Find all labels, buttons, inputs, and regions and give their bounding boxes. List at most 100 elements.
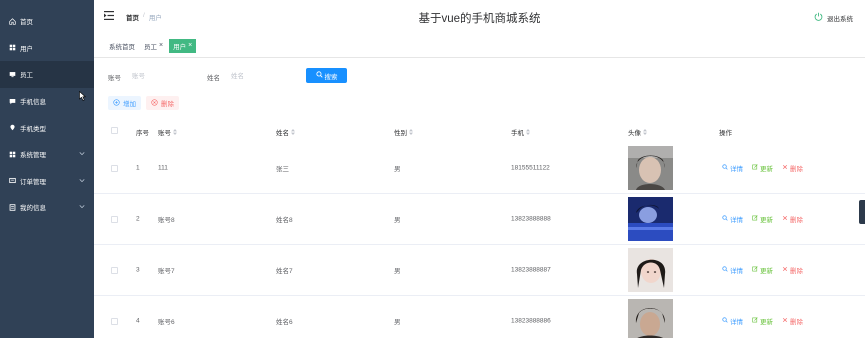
sidebar: 首页 用户 员工 手机信息 手机类型 系统管理 订单管理 我的信息 bbox=[0, 0, 94, 338]
cell-account: 账号6 bbox=[158, 319, 175, 326]
chevron-down-icon bbox=[79, 177, 85, 184]
column-header-account[interactable]: 账号 bbox=[158, 127, 177, 137]
close-icon bbox=[782, 317, 788, 325]
close-icon bbox=[782, 164, 788, 172]
delete-button[interactable]: 删除 bbox=[782, 316, 803, 326]
search-icon bbox=[315, 71, 323, 80]
search-button-label: 搜索 bbox=[324, 73, 338, 81]
tag-home[interactable]: 系统首页 bbox=[106, 39, 138, 53]
detail-button[interactable]: 详情 bbox=[722, 316, 743, 326]
power-icon bbox=[814, 12, 823, 23]
close-icon[interactable]: × bbox=[188, 42, 192, 49]
side-panel-handle[interactable] bbox=[859, 200, 865, 224]
cell-gender: 男 bbox=[394, 217, 401, 224]
delete-button[interactable]: 删除 bbox=[782, 163, 803, 173]
column-header-index: 序号 bbox=[136, 130, 149, 137]
batch-delete-button[interactable]: 删除 bbox=[146, 96, 179, 110]
delete-button[interactable]: 删除 bbox=[782, 214, 803, 224]
edit-button[interactable]: 更新 bbox=[752, 316, 773, 326]
select-all-checkbox[interactable] bbox=[111, 127, 118, 134]
row-actions: 详情 更新 删除 bbox=[722, 163, 803, 173]
sort-icon[interactable] bbox=[291, 129, 295, 137]
top-header: 首页 / 用户 基于vue的手机商城系统 退出系统 bbox=[94, 0, 865, 34]
column-header-name[interactable]: 姓名 bbox=[276, 127, 295, 137]
sort-icon[interactable] bbox=[409, 129, 413, 137]
sort-icon[interactable] bbox=[173, 129, 177, 137]
edit-icon bbox=[752, 215, 758, 223]
add-button-label: 增加 bbox=[123, 101, 136, 108]
search-icon bbox=[722, 317, 728, 325]
avatar bbox=[628, 248, 673, 292]
sidebar-item-orders[interactable]: 订单管理 bbox=[0, 168, 94, 195]
tag-users[interactable]: 用户 × bbox=[169, 38, 197, 53]
row-actions: 详情 更新 删除 bbox=[722, 316, 803, 326]
logout-label: 退出系统 bbox=[827, 15, 853, 23]
grid-icon bbox=[8, 44, 16, 52]
mouse-cursor-icon bbox=[79, 90, 87, 103]
sidebar-item-users[interactable]: 用户 bbox=[0, 35, 94, 62]
sidebar-item-home[interactable]: 首页 bbox=[0, 8, 94, 35]
page-title: 基于vue的手机商城系统 bbox=[418, 13, 541, 25]
tag-label: 员工 bbox=[144, 43, 157, 51]
table-row: 4 账号6 姓名6 男 13823888886 详情 更新 删除 bbox=[94, 296, 865, 338]
row-checkbox[interactable] bbox=[111, 216, 118, 223]
detail-button[interactable]: 详情 bbox=[722, 163, 743, 173]
search-icon bbox=[722, 215, 728, 223]
account-input[interactable]: 账号 bbox=[128, 67, 198, 83]
home-icon bbox=[8, 17, 16, 25]
edit-button[interactable]: 更新 bbox=[752, 163, 773, 173]
column-header-actions: 操作 bbox=[719, 130, 732, 137]
cell-account: 账号7 bbox=[158, 268, 175, 275]
column-header-avatar[interactable]: 头像 bbox=[628, 127, 647, 137]
detail-button[interactable]: 详情 bbox=[722, 265, 743, 275]
edit-icon bbox=[752, 317, 758, 325]
location-icon bbox=[8, 124, 16, 132]
search-form: 账号 账号 姓名 姓名 搜索 bbox=[94, 64, 865, 86]
row-actions: 详情 更新 删除 bbox=[722, 214, 803, 224]
avatar bbox=[628, 146, 673, 190]
sidebar-item-label: 手机信息 bbox=[20, 99, 46, 107]
sidebar-item-system[interactable]: 系统管理 bbox=[0, 141, 94, 168]
close-icon[interactable]: × bbox=[159, 42, 163, 49]
cell-gender: 男 bbox=[394, 166, 401, 173]
delete-button[interactable]: 删除 bbox=[782, 265, 803, 275]
edit-button[interactable]: 更新 bbox=[752, 265, 773, 275]
edit-icon bbox=[752, 266, 758, 274]
cell-index: 2 bbox=[136, 215, 140, 223]
row-actions: 详情 更新 删除 bbox=[722, 265, 803, 275]
cell-index: 1 bbox=[136, 164, 140, 172]
close-circle-icon bbox=[151, 98, 158, 108]
edit-button[interactable]: 更新 bbox=[752, 214, 773, 224]
search-icon bbox=[722, 164, 728, 172]
avatar bbox=[628, 197, 673, 241]
sidebar-item-phone-type[interactable]: 手机类型 bbox=[0, 114, 94, 141]
cell-gender: 男 bbox=[394, 319, 401, 326]
sort-icon[interactable] bbox=[526, 129, 530, 137]
row-checkbox[interactable] bbox=[111, 267, 118, 274]
cell-account: 111 bbox=[158, 164, 168, 172]
sidebar-item-profile[interactable]: 我的信息 bbox=[0, 194, 94, 221]
sidebar-item-staff[interactable]: 员工 bbox=[0, 61, 94, 88]
avatar bbox=[628, 299, 673, 338]
tag-label: 系统首页 bbox=[109, 43, 135, 51]
column-header-gender[interactable]: 性别 bbox=[394, 127, 413, 137]
account-label: 账号 bbox=[108, 75, 121, 82]
column-header-phone[interactable]: 手机 bbox=[511, 127, 530, 137]
cell-name: 姓名7 bbox=[276, 268, 293, 275]
grid-icon bbox=[8, 150, 16, 158]
cell-account: 账号8 bbox=[158, 217, 175, 224]
row-checkbox[interactable] bbox=[111, 318, 118, 325]
cell-name: 姓名6 bbox=[276, 319, 293, 326]
tag-staff[interactable]: 员工 × bbox=[141, 39, 166, 53]
detail-button[interactable]: 详情 bbox=[722, 214, 743, 224]
search-button[interactable]: 搜索 bbox=[306, 68, 347, 83]
cell-phone: 13823888886 bbox=[511, 317, 551, 325]
cell-name: 张三 bbox=[276, 166, 289, 173]
row-checkbox[interactable] bbox=[111, 165, 118, 172]
close-icon bbox=[782, 266, 788, 274]
logout-button[interactable]: 退出系统 bbox=[814, 12, 853, 23]
close-icon bbox=[782, 215, 788, 223]
name-input[interactable]: 姓名 bbox=[227, 67, 297, 83]
sort-icon[interactable] bbox=[643, 129, 647, 137]
add-button[interactable]: 增加 bbox=[108, 96, 141, 110]
